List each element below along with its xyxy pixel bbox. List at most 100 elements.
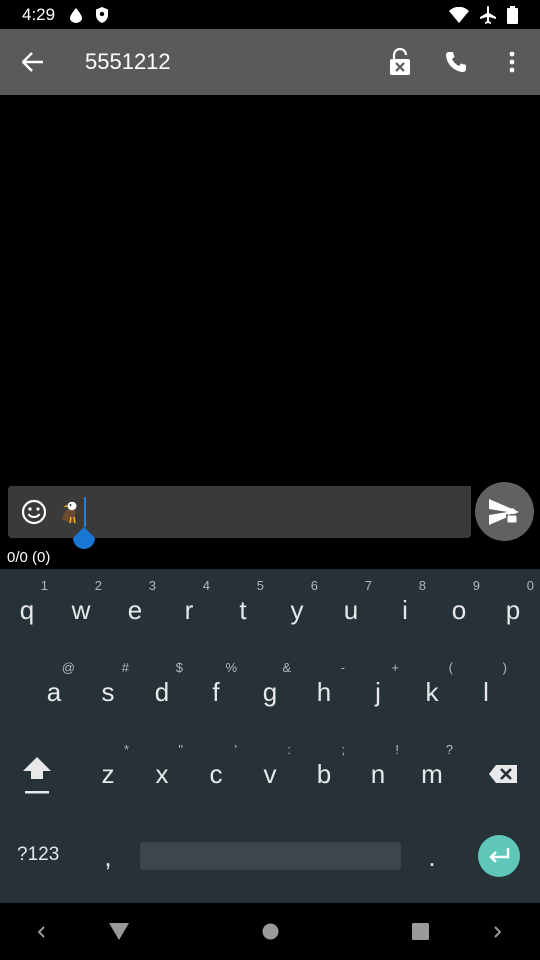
back-arrow-icon [22, 52, 43, 72]
enter-key[interactable] [478, 835, 520, 877]
overflow-menu-button[interactable] [484, 29, 540, 95]
key-label: k [425, 676, 439, 707]
key-label: s [101, 676, 115, 707]
key-n[interactable]: ! n [351, 733, 405, 815]
recents-nav-button[interactable] [401, 903, 439, 960]
key-hint: 7 [364, 578, 372, 593]
key-hint: 6 [310, 578, 318, 593]
key-label: h [316, 676, 332, 707]
encryption-toggle-button[interactable] [372, 29, 428, 95]
key-c[interactable]: ' c [189, 733, 243, 815]
conversation-title: 5551212 [85, 49, 171, 74]
key-s[interactable]: # s [81, 651, 135, 733]
key-l[interactable]: ) l [459, 651, 513, 733]
key-hint: " [178, 742, 183, 757]
key-k[interactable]: (k [405, 651, 459, 733]
key-z[interactable]: * z [81, 733, 135, 815]
key-o[interactable]: 9o [432, 569, 486, 651]
key-hint: 1 [40, 578, 48, 593]
emoji-button[interactable] [20, 498, 48, 526]
space-key[interactable] [140, 842, 401, 870]
key-b[interactable]: ; b [297, 733, 351, 815]
key-j[interactable]: + j [351, 651, 405, 733]
key-v[interactable]: :v [243, 733, 297, 815]
key-hint: * [123, 742, 129, 757]
key-hint: + [391, 660, 399, 675]
key-hint: ? [445, 742, 453, 757]
key-e[interactable]: 3e [108, 569, 162, 651]
nav-left-icon [38, 925, 45, 938]
key-hint: ! [395, 742, 399, 757]
key-label: g [262, 676, 278, 707]
emoji-smile-icon [21, 499, 47, 525]
key-p[interactable]: 0p [486, 569, 540, 651]
key-y[interactable]: 6y [270, 569, 324, 651]
key-hint: $ [175, 660, 183, 675]
comma-key[interactable]: , [81, 816, 135, 898]
key-m[interactable]: ? m [405, 733, 459, 815]
key-g[interactable]: & g [243, 651, 297, 733]
enter-icon [489, 848, 510, 863]
key-hint: 9 [472, 578, 480, 593]
key-x[interactable]: " x [135, 733, 189, 815]
key-hint: - [340, 660, 345, 675]
call-button[interactable] [428, 29, 484, 95]
send-button[interactable] [475, 482, 534, 541]
battery-icon [507, 5, 518, 24]
send-unlocked-icon [488, 498, 519, 525]
key-label: f [212, 676, 220, 707]
key-label: z [101, 758, 115, 789]
key-t[interactable]: 5t [216, 569, 270, 651]
key-hint: ) [502, 660, 507, 675]
key-label: r [184, 594, 194, 625]
back-triangle-icon [109, 923, 129, 940]
symbols-key[interactable]: ?123 [17, 844, 59, 866]
key-label: y [290, 594, 304, 625]
key-hint: % [225, 660, 237, 675]
key-i[interactable]: 8i [378, 569, 432, 651]
airplane-mode-icon [479, 5, 497, 24]
home-circle-icon [262, 923, 278, 940]
key-label: o [451, 594, 467, 625]
key-r[interactable]: 4r [162, 569, 216, 651]
back-button[interactable] [0, 29, 66, 95]
period-label: . [428, 841, 436, 872]
key-label: l [483, 676, 489, 707]
key-label: m [421, 758, 443, 789]
key-q[interactable]: 1q [0, 569, 54, 651]
status-time: 4:29 [22, 4, 56, 24]
key-label: w [71, 594, 91, 625]
key-hint: @ [61, 660, 75, 675]
nav-right-icon [494, 925, 501, 938]
key-a[interactable]: @ a [27, 651, 81, 733]
key-hint: 8 [418, 578, 426, 593]
key-label: c [209, 758, 223, 789]
backspace-icon [489, 765, 517, 783]
nav-left-button[interactable] [30, 903, 54, 960]
shift-icon [23, 757, 51, 794]
more-vert-icon [509, 51, 515, 73]
key-label: j [375, 676, 381, 707]
backspace-key[interactable] [476, 733, 530, 815]
key-w[interactable]: 2w [54, 569, 108, 651]
message-list[interactable] [0, 95, 540, 485]
comma-label: , [104, 841, 112, 872]
soft-keyboard: 1q2w3e4r5t6y7u8i9o0p @ a # s $ d% f & g - h + j(k) l … [0, 569, 540, 903]
period-key[interactable]: . [405, 816, 459, 898]
key-hint: 0 [526, 578, 534, 593]
shift-key[interactable] [10, 734, 64, 816]
key-h[interactable]: -h [297, 651, 351, 733]
cursor-handle[interactable] [72, 527, 96, 553]
key-hint: 4 [202, 578, 210, 593]
unlock-icon [390, 48, 410, 75]
home-nav-button[interactable] [250, 903, 290, 960]
key-hint: 3 [148, 578, 156, 593]
key-d[interactable]: $ d [135, 651, 189, 733]
key-u[interactable]: 7u [324, 569, 378, 651]
key-label: n [370, 758, 386, 789]
nav-right-button[interactable] [485, 903, 509, 960]
back-nav-button[interactable] [100, 903, 138, 960]
status-bar: 4:29 [0, 0, 540, 29]
key-hint: 5 [256, 578, 264, 593]
key-f[interactable]: % f [189, 651, 243, 733]
